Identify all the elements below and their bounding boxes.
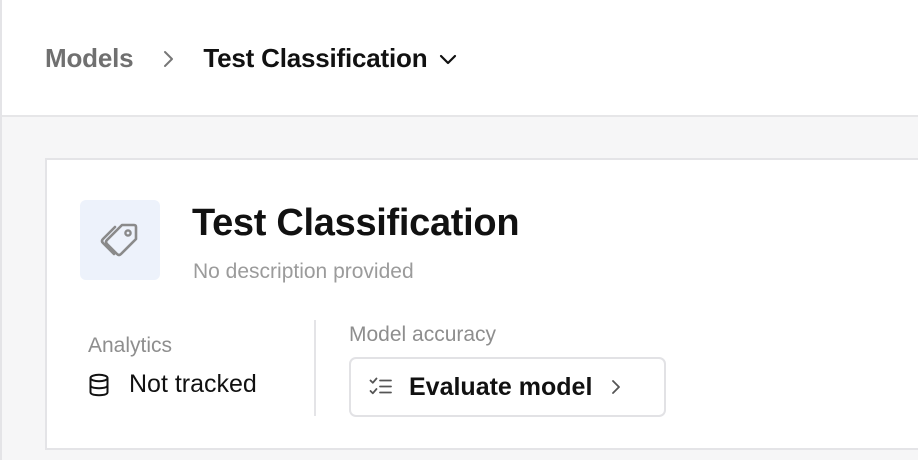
evaluate-model-label: Evaluate model — [409, 372, 593, 401]
analytics-field: Analytics Not tracked — [88, 334, 257, 399]
header-bar: Models Test Classification — [2, 0, 918, 117]
database-icon — [88, 373, 110, 397]
model-description: No description provided — [193, 260, 414, 283]
analytics-status: Not tracked — [88, 370, 257, 399]
chevron-right-icon — [611, 379, 621, 395]
breadcrumb-current-label: Test Classification — [203, 43, 428, 73]
chevron-right-icon — [133, 44, 203, 74]
checklist-icon — [369, 376, 393, 398]
model-accuracy-field: Model accuracy Evaluate model — [349, 323, 666, 417]
breadcrumb-model-switcher[interactable]: Test Classification — [203, 43, 457, 74]
tag-icon — [80, 200, 160, 280]
breadcrumb-models-link[interactable]: Models — [45, 43, 134, 74]
chevron-down-icon — [439, 53, 457, 65]
analytics-value: Not tracked — [129, 370, 257, 398]
model-title: Test Classification — [192, 202, 520, 244]
model-accuracy-label: Model accuracy — [349, 323, 497, 346]
app-window: Models Test Classification Test Classifi… — [0, 0, 918, 460]
evaluate-model-button[interactable]: Evaluate model — [349, 357, 666, 417]
analytics-label: Analytics — [88, 334, 173, 357]
section-divider — [314, 320, 316, 416]
breadcrumb: Models Test Classification — [45, 0, 457, 117]
model-summary-card: Test Classification No description provi… — [45, 158, 918, 450]
